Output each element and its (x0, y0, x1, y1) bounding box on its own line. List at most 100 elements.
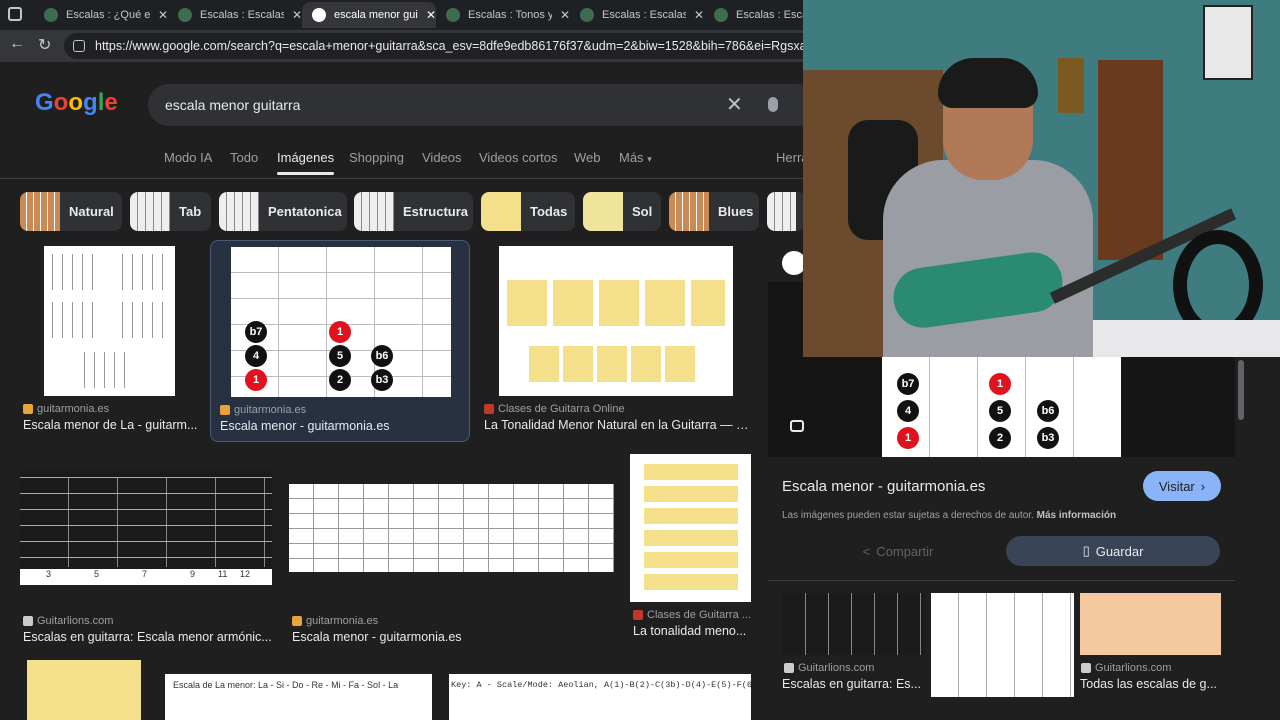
lens-search-icon[interactable] (790, 420, 804, 432)
note-marker: 2 (329, 369, 351, 391)
result-image (630, 454, 751, 602)
wall-picture (1203, 5, 1253, 80)
result-source: Clases de Guitarra ... (633, 609, 751, 621)
image-result[interactable]: guitarmonia.es Escala menor de La - guit… (20, 246, 200, 442)
copyright-notice: Las imágenes pueden estar sujetas a dere… (782, 510, 1034, 521)
fret-number: 7 (142, 569, 148, 579)
note-marker: 4 (245, 345, 267, 367)
tab-videos-cortos[interactable]: Videos cortos (479, 150, 558, 165)
search-box[interactable]: escala menor guitarra ✕ (148, 84, 818, 126)
tab-actions-icon[interactable] (8, 7, 22, 21)
result-title[interactable]: Escalas en guitarra: Escala menor armóni… (23, 630, 273, 644)
chip-natural[interactable]: Natural (20, 192, 122, 231)
close-tab-icon[interactable]: ✕ (426, 8, 436, 22)
source-text: Clases de Guitarra Online (498, 403, 625, 415)
image-result-selected[interactable]: b7 1 4 5 b6 1 2 b3 guitarmonia.es Escala… (210, 240, 470, 442)
note-marker: b7 (245, 321, 267, 343)
chevron-right-icon: › (1200, 478, 1206, 494)
chip-thumbnail (20, 192, 60, 231)
image-result[interactable]: 3 5 7 9 11 12 Guitarlions.com Escalas en… (20, 454, 278, 644)
chip-more[interactable] (767, 192, 805, 231)
result-title[interactable]: La Tonalidad Menor Natural en la Guitarr… (484, 418, 750, 432)
browser-tab[interactable]: Escalas : Escalas re ✕ (570, 2, 704, 28)
note-marker: b3 (1037, 427, 1059, 449)
result-source: guitarmonia.es (220, 404, 306, 416)
result-title[interactable]: Escala menor - guitarmonia.es (292, 630, 612, 644)
chip-thumbnail (219, 192, 259, 231)
browser-tab[interactable]: Escalas : ¿Qué es u ✕ (34, 2, 168, 28)
chip-tab[interactable]: Tab (130, 192, 211, 231)
site-favicon-icon (292, 616, 302, 626)
note-marker-root: 1 (329, 321, 351, 343)
more-info-link[interactable]: Más información (1037, 510, 1116, 521)
tab-modo-ia[interactable]: Modo IA (164, 150, 212, 165)
site-favicon-icon (44, 8, 58, 22)
result-source: guitarmonia.es (292, 615, 378, 627)
preview-title[interactable]: Escala menor - guitarmonia.es (782, 478, 985, 495)
result-title[interactable]: Escala menor - guitarmonia.es (220, 419, 460, 433)
visit-label: Visitar (1158, 478, 1195, 494)
image-result[interactable]: Clases de Guitarra ... La tonalidad meno… (630, 454, 752, 642)
related-image[interactable] (783, 593, 925, 655)
save-button[interactable]: ▯ Guardar (1006, 536, 1220, 566)
site-favicon-icon (446, 8, 460, 22)
note-marker-root: 1 (897, 427, 919, 449)
chip-label: Blues (718, 204, 754, 219)
tab-shopping[interactable]: Shopping (349, 150, 404, 165)
chip-todas[interactable]: Todas (481, 192, 575, 231)
close-tab-icon[interactable]: ✕ (158, 8, 168, 22)
result-image[interactable]: Key: A - Scale/Mode: Aeolian, A(1)-B(2)-… (449, 674, 751, 720)
image-result[interactable]: guitarmonia.es Escala menor - guitarmoni… (289, 454, 619, 644)
close-tab-icon[interactable]: ✕ (292, 8, 302, 22)
url-field[interactable]: https://www.google.com/search?q=escala+m… (64, 33, 824, 59)
visit-button[interactable]: Visitar › (1143, 471, 1221, 501)
panel-scrollbar[interactable] (1238, 360, 1244, 420)
result-image[interactable] (27, 660, 141, 720)
tab-label: escala menor guita (334, 9, 418, 21)
search-query-text[interactable]: escala menor guitarra (165, 97, 300, 113)
related-image[interactable] (1080, 593, 1221, 655)
chip-label: Todas (530, 204, 568, 219)
google-logo[interactable]: Google (35, 89, 118, 117)
microphone-icon[interactable] (768, 97, 778, 112)
bookmark-icon: ▯ (1082, 543, 1090, 558)
result-title[interactable]: Escala menor de La - guitarm... (23, 418, 200, 432)
tab-web[interactable]: Web (574, 150, 601, 165)
browser-tab-active[interactable]: escala menor guita ✕ (302, 2, 436, 28)
site-favicon-icon (633, 610, 643, 620)
clear-search-icon[interactable]: ✕ (726, 92, 743, 117)
browser-tab[interactable]: Escalas : Escalas m ✕ (168, 2, 302, 28)
site-favicon-icon (23, 616, 33, 626)
back-arrow-icon[interactable]: ← (9, 35, 25, 53)
chip-thumbnail (130, 192, 170, 231)
tab-mas-label: Más (619, 150, 644, 165)
related-title[interactable]: Escalas en guitarra: Es... (782, 677, 927, 691)
chip-blues[interactable]: Blues (669, 192, 759, 231)
browser-tab[interactable]: Escalas : Tonos y s ✕ (436, 2, 570, 28)
chip-pentatonica[interactable]: Pentatonica (219, 192, 347, 231)
share-button[interactable]: < Compartir (828, 536, 968, 566)
result-image[interactable]: Escala de La menor: La - Si - Do - Re - … (165, 674, 432, 720)
chip-label: Pentatonica (268, 204, 342, 219)
related-image[interactable] (931, 593, 1074, 697)
site-favicon-icon (580, 8, 594, 22)
tab-mas[interactable]: Más ▾ (619, 150, 652, 165)
reload-icon[interactable]: ↻ (38, 35, 51, 55)
tab-videos[interactable]: Videos (422, 150, 462, 165)
result-title[interactable]: La tonalidad meno... (633, 624, 752, 638)
source-text: guitarmonia.es (306, 615, 379, 627)
chip-estructura[interactable]: Estructura (354, 192, 473, 231)
image-result[interactable]: Clases de Guitarra Online La Tonalidad M… (482, 246, 752, 442)
source-text: Guitarlions.com (37, 615, 114, 627)
close-tab-icon[interactable]: ✕ (560, 8, 570, 22)
chip-sol[interactable]: Sol (583, 192, 661, 231)
tab-imagenes[interactable]: Imágenes (277, 150, 335, 175)
close-tab-icon[interactable]: ✕ (694, 8, 704, 22)
browser-tab[interactable]: Escalas : Escalas (704, 2, 804, 28)
note-marker-root: 1 (989, 373, 1011, 395)
divider (0, 178, 805, 179)
site-info-icon[interactable] (73, 40, 85, 52)
tab-todo[interactable]: Todo (230, 150, 258, 165)
result-image: b7 1 4 5 b6 1 2 b3 (231, 247, 451, 397)
related-title[interactable]: Todas las escalas de g... (1080, 677, 1220, 691)
